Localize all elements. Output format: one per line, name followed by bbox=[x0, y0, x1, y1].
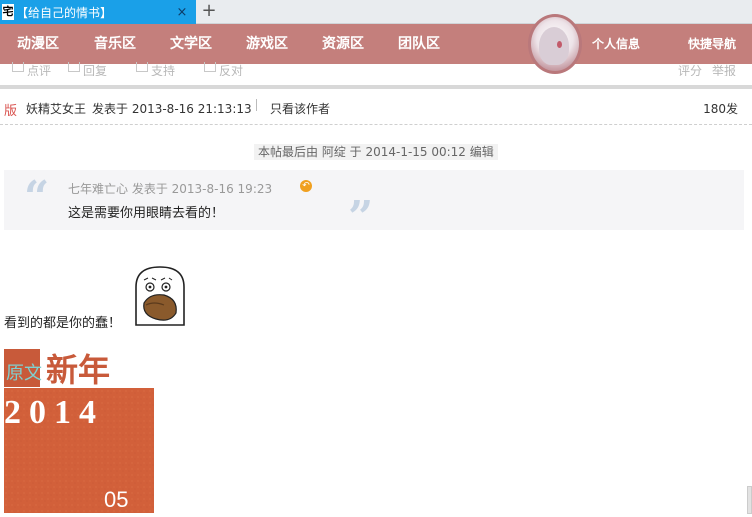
nav-item-literature[interactable]: 文学区 bbox=[170, 24, 212, 64]
ny-title: 新年 bbox=[46, 352, 110, 388]
only-author-link[interactable]: 只看该作者 bbox=[270, 100, 330, 117]
post-action-row: 点评 回复 支持 反对 评分 举报 bbox=[0, 62, 752, 84]
comment-button[interactable]: 点评 bbox=[12, 62, 51, 76]
edit-note: 本帖最后由 阿绽 于 2014-1-15 00:12 编辑 bbox=[254, 144, 498, 160]
dashed-divider bbox=[0, 124, 752, 125]
close-tab-icon[interactable]: × bbox=[174, 5, 190, 20]
rate-button[interactable]: 评分 bbox=[678, 62, 702, 76]
quick-nav-link[interactable]: 快捷导航 bbox=[688, 24, 736, 64]
post-author[interactable]: 妖精艾女王 bbox=[26, 100, 86, 117]
comment-icon bbox=[12, 62, 24, 72]
thumbs-down-icon bbox=[204, 62, 216, 72]
quote-open-icon: “ bbox=[24, 172, 50, 223]
site-favicon-icon: 宅 bbox=[2, 4, 14, 20]
oppose-button[interactable]: 反对 bbox=[204, 62, 243, 76]
post-timestamp: 发表于 2013-8-16 21:13:13 bbox=[92, 102, 252, 116]
ny-day: 05 bbox=[104, 487, 128, 512]
reply-button[interactable]: 回复 bbox=[68, 62, 107, 76]
avatar-eye bbox=[557, 41, 562, 48]
avatar-hair bbox=[539, 27, 569, 65]
nav-item-anime[interactable]: 动漫区 bbox=[17, 24, 59, 64]
nav-item-team[interactable]: 团队区 bbox=[398, 24, 440, 64]
post-floor-number: 180发 bbox=[703, 102, 738, 116]
ny-stamp: 原文 bbox=[6, 363, 42, 384]
post-header: 版 妖精艾女王 发表于 2013-8-16 21:13:13 只看该作者 180… bbox=[0, 96, 752, 119]
moderator-badge-icon: 版 bbox=[4, 104, 18, 119]
quote-meta: 七年难亡心 发表于 2013-8-16 19:23 bbox=[68, 182, 273, 196]
nav-item-games[interactable]: 游戏区 bbox=[246, 24, 288, 64]
profile-link[interactable]: 个人信息 bbox=[592, 24, 640, 64]
quote-close-icon: ” bbox=[348, 192, 374, 243]
browser-tab-strip: 宅 【给自己的情书】 × + bbox=[0, 0, 752, 24]
new-year-image: 新年 原文 2014 05 bbox=[4, 347, 154, 513]
quote-block: “ 七年难亡心 发表于 2013-8-16 19:23 ↶ 这是需要你用眼睛去看… bbox=[4, 170, 744, 243]
header-separator bbox=[256, 99, 257, 111]
ny-year: 2014 bbox=[4, 394, 104, 431]
new-tab-button[interactable]: + bbox=[198, 0, 220, 24]
ghost-sticker-image bbox=[135, 266, 185, 326]
jump-back-icon[interactable]: ↶ bbox=[300, 180, 312, 192]
browser-tab[interactable]: 宅 【给自己的情书】 × bbox=[0, 0, 196, 24]
reply-icon bbox=[68, 62, 80, 72]
support-button[interactable]: 支持 bbox=[136, 62, 175, 76]
quote-text: 这是需要你用眼睛去看的！ bbox=[68, 206, 225, 221]
report-button[interactable]: 举报 bbox=[712, 62, 736, 76]
post-divider bbox=[0, 85, 752, 89]
scrollbar[interactable] bbox=[747, 486, 752, 514]
nav-item-music[interactable]: 音乐区 bbox=[94, 24, 136, 64]
tab-title: 【给自己的情书】 bbox=[16, 5, 113, 20]
nav-item-resources[interactable]: 资源区 bbox=[322, 24, 364, 64]
thumbs-up-icon bbox=[136, 62, 148, 72]
forum-navbar: 动漫区 音乐区 文学区 游戏区 资源区 团队区 个人信息 快捷导航 bbox=[0, 24, 752, 64]
post-body-text: 看到的都是你的蠢！ bbox=[4, 316, 122, 331]
